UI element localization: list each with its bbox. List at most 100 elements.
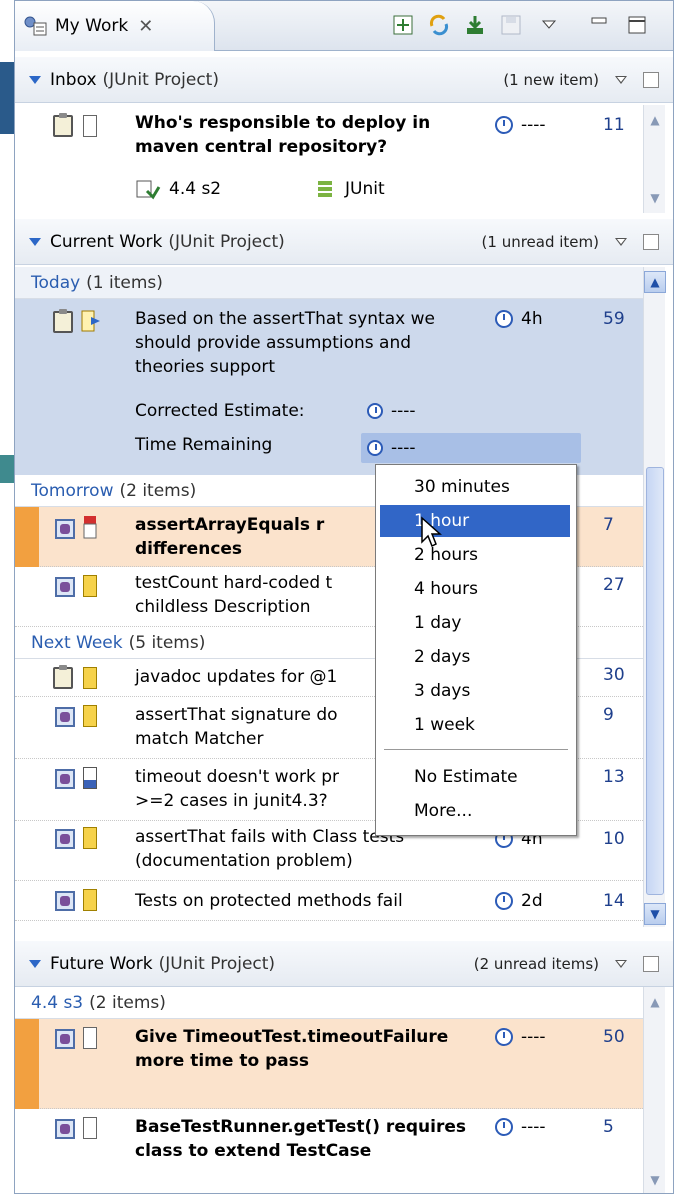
menu-item-more[interactable]: More...: [380, 795, 570, 827]
time-remaining-field[interactable]: ----: [361, 433, 581, 463]
task-id: 50: [603, 1027, 625, 1047]
menu-item-2-days[interactable]: 2 days: [380, 641, 570, 673]
section-menu-icon[interactable]: [615, 959, 627, 968]
section-title: Current Work: [50, 231, 163, 252]
tab-bar: My Work ✕: [15, 1, 673, 51]
current-work-section-header[interactable]: Current Work (JUnit Project) (1 unread i…: [15, 219, 673, 265]
task-row[interactable]: Tests on protected methods fail 2d 14: [15, 881, 643, 921]
task-clipboard-icon: [53, 665, 73, 689]
task-title[interactable]: Who's responsible to deploy in maven cen…: [135, 111, 485, 159]
menu-item-1-hour[interactable]: 1 hour: [380, 505, 570, 537]
group-release[interactable]: 4.4 s3 (2 items): [15, 987, 643, 1019]
task-title[interactable]: assertThat signature do match Matcher: [135, 703, 375, 751]
task-schedule[interactable]: ----: [495, 1117, 585, 1137]
task-title[interactable]: Give TimeoutTest.timeoutFailure more tim…: [135, 1025, 485, 1073]
schedule-value: 4h: [521, 309, 543, 329]
menu-item-2-hours[interactable]: 2 hours: [380, 539, 570, 571]
menu-item-1-week[interactable]: 1 week: [380, 709, 570, 741]
task-schedule[interactable]: 2d: [495, 891, 585, 911]
scroll-up-icon[interactable]: ▲: [644, 991, 666, 1013]
time-remaining-label: Time Remaining: [135, 435, 273, 455]
task-id: 13: [603, 767, 625, 787]
synchronize-icon[interactable]: [427, 13, 451, 37]
schedule-value: ----: [521, 115, 546, 135]
group-today[interactable]: Today (1 items): [15, 267, 643, 299]
section-maximize-icon[interactable]: [643, 71, 659, 88]
expand-triangle-icon[interactable]: [29, 959, 41, 968]
inbox-section-header[interactable]: Inbox (JUnit Project) (1 new item): [15, 57, 673, 103]
task-title[interactable]: Tests on protected methods fail: [135, 889, 485, 913]
menu-item-4-hours[interactable]: 4 hours: [380, 573, 570, 605]
section-maximize-icon[interactable]: [643, 955, 659, 972]
task-id: 10: [603, 829, 625, 849]
task-row[interactable]: BaseTestRunner.getTest() requires class …: [15, 1109, 643, 1193]
scroll-thumb[interactable]: [646, 467, 664, 895]
priority-flag-icon: [83, 889, 97, 911]
section-menu-icon[interactable]: [615, 75, 627, 84]
minimize-icon[interactable]: [587, 13, 611, 37]
task-title[interactable]: BaseTestRunner.getTest() requires class …: [135, 1115, 485, 1163]
tab-label: My Work: [55, 16, 129, 36]
corrected-estimate-field[interactable]: ----: [367, 401, 416, 421]
today-row[interactable]: Based on the assertThat syntax we should…: [15, 299, 643, 475]
maximize-icon[interactable]: [625, 13, 649, 37]
my-work-icon: [23, 15, 49, 37]
expand-triangle-icon[interactable]: [29, 237, 41, 246]
task-id: 27: [603, 575, 625, 595]
future-work-section-header[interactable]: Future Work (JUnit Project) (2 unread it…: [15, 941, 673, 987]
background-window-edge: [0, 455, 14, 483]
task-title[interactable]: assertArrayEquals r differences: [135, 513, 375, 561]
scroll-down-icon[interactable]: ▼: [644, 1169, 666, 1191]
menu-item-30-minutes[interactable]: 30 minutes: [380, 471, 570, 503]
schedule-value: ----: [521, 1117, 546, 1137]
section-count: (2 unread items): [473, 954, 599, 973]
task-schedule[interactable]: ----: [495, 1027, 585, 1047]
task-row[interactable]: Give TimeoutTest.timeoutFailure more tim…: [15, 1019, 643, 1109]
bug-icon: [55, 519, 75, 539]
task-title[interactable]: timeout doesn't work pr >=2 cases in jun…: [135, 765, 375, 813]
scroll-up-icon[interactable]: ▲: [644, 109, 666, 131]
background-window-edge: [0, 62, 14, 134]
corrected-estimate-value: ----: [391, 401, 416, 421]
priority-flag-icon: [83, 667, 97, 689]
group-count: (5 items): [128, 632, 206, 653]
future-work-scrollbar[interactable]: ▲ ▼: [643, 987, 666, 1193]
current-work-scrollbar[interactable]: ▲ ▼: [643, 267, 666, 927]
inbox-scrollbar[interactable]: ▲ ▼: [643, 105, 665, 213]
menu-item-no-estimate[interactable]: No Estimate: [380, 761, 570, 793]
priority-flag-icon: [83, 515, 97, 539]
clock-icon: [495, 1118, 513, 1136]
task-title[interactable]: javadoc updates for @1: [135, 665, 375, 689]
scroll-down-icon[interactable]: ▼: [644, 187, 666, 209]
task-clipboard-icon: [53, 309, 73, 333]
clock-icon: [367, 403, 383, 419]
task-schedule[interactable]: 4h: [495, 309, 585, 329]
scroll-down-icon[interactable]: ▼: [644, 903, 666, 925]
schedule-value: ----: [521, 1027, 546, 1047]
group-name: Next Week: [31, 632, 123, 653]
task-title[interactable]: testCount hard-coded t childless Descrip…: [135, 571, 375, 619]
menu-item-3-days[interactable]: 3 days: [380, 675, 570, 707]
new-task-icon[interactable]: [391, 13, 415, 37]
inbox-row[interactable]: Who's responsible to deploy in maven cen…: [15, 105, 643, 213]
close-icon[interactable]: ✕: [138, 16, 153, 37]
task-title[interactable]: Based on the assertThat syntax we should…: [135, 307, 485, 379]
section-menu-icon[interactable]: [615, 237, 627, 246]
import-icon[interactable]: [463, 13, 487, 37]
task-id: 9: [603, 705, 614, 725]
priority-flag-icon: [83, 1027, 97, 1049]
scroll-up-icon[interactable]: ▲: [644, 271, 666, 293]
release-icon: [135, 177, 161, 201]
left-strip: [0, 0, 14, 1194]
task-schedule[interactable]: ----: [495, 115, 585, 135]
section-maximize-icon[interactable]: [643, 233, 659, 250]
section-title: Inbox: [50, 69, 97, 90]
task-id: 7: [603, 515, 614, 535]
menu-item-1-day[interactable]: 1 day: [380, 607, 570, 639]
expand-triangle-icon[interactable]: [29, 75, 41, 84]
priority-flag-icon: [83, 1117, 97, 1139]
view-menu-icon[interactable]: [537, 13, 561, 37]
group-count: (1 items): [86, 272, 163, 293]
priority-flag-icon: [83, 705, 97, 727]
tab-my-work[interactable]: My Work ✕: [15, 1, 215, 51]
